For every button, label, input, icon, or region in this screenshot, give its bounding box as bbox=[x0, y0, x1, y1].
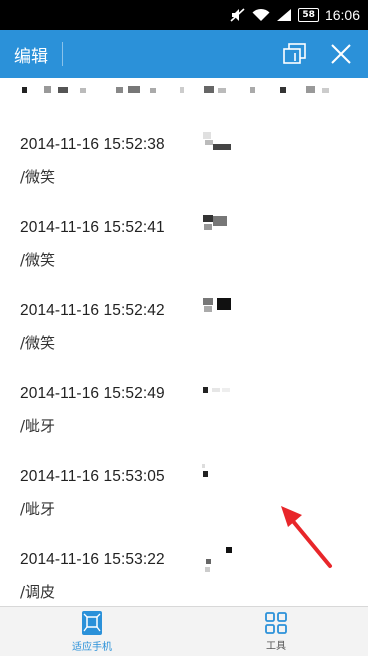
tab-fit-phone[interactable]: 适应手机 bbox=[0, 607, 184, 656]
pixelated-sender bbox=[203, 387, 230, 393]
fit-phone-icon bbox=[82, 611, 102, 635]
title-divider bbox=[62, 42, 63, 66]
bottom-tab-bar: 适应手机 工具 bbox=[0, 606, 368, 656]
status-bar: 58 16:06 bbox=[0, 0, 368, 30]
pixelated-message bbox=[22, 86, 329, 93]
tools-grid-icon bbox=[265, 612, 287, 634]
tab-fit-phone-label: 适应手机 bbox=[72, 642, 112, 653]
message-timestamp: 2014-11-16 15:52:42 bbox=[20, 302, 165, 319]
message-item[interactable]: 2014-11-16 15:52:38 /微笑 bbox=[20, 132, 340, 187]
edit-title: 编辑 bbox=[14, 46, 48, 67]
pixelated-sender bbox=[203, 215, 227, 230]
app-bar: 编辑 bbox=[0, 30, 368, 78]
message-text: /微笑 bbox=[20, 251, 56, 269]
pixelated-sender bbox=[203, 132, 231, 150]
signal-icon bbox=[276, 8, 292, 22]
message-item[interactable]: 2014-11-16 15:52:49 /呲牙 bbox=[20, 385, 340, 436]
message-text: /微笑 bbox=[20, 334, 56, 352]
annotation-arrow bbox=[281, 506, 332, 568]
copy-window-button[interactable] bbox=[280, 39, 310, 69]
pixelated-sender bbox=[202, 464, 208, 477]
message-item[interactable]: 2014-11-16 15:52:41 /微笑 bbox=[20, 215, 340, 270]
copy-window-icon bbox=[283, 43, 306, 64]
message-item[interactable]: 2014-11-16 15:52:42 /微笑 bbox=[20, 298, 340, 353]
message-timestamp: 2014-11-16 15:52:38 bbox=[20, 136, 165, 153]
message-timestamp: 2014-11-16 15:53:05 bbox=[20, 468, 165, 485]
message-timestamp: 2014-11-16 15:52:49 bbox=[20, 385, 165, 402]
pixelated-sender bbox=[203, 298, 231, 312]
status-time: 16:06 bbox=[324, 7, 360, 23]
close-button[interactable] bbox=[326, 39, 356, 69]
app-actions bbox=[280, 39, 356, 69]
close-icon bbox=[331, 44, 351, 64]
message-text: /调皮 bbox=[20, 583, 56, 601]
tab-tools-label: 工具 bbox=[266, 641, 286, 652]
message-timestamp: 2014-11-16 15:52:41 bbox=[20, 219, 165, 236]
message-text: /呲牙 bbox=[20, 417, 56, 435]
battery-indicator: 58 bbox=[298, 8, 319, 22]
mute-icon bbox=[230, 8, 246, 22]
message-text: /微笑 bbox=[20, 168, 56, 186]
tab-tools[interactable]: 工具 bbox=[184, 607, 368, 656]
pixelated-sender bbox=[205, 547, 232, 572]
wifi-icon bbox=[252, 8, 270, 22]
